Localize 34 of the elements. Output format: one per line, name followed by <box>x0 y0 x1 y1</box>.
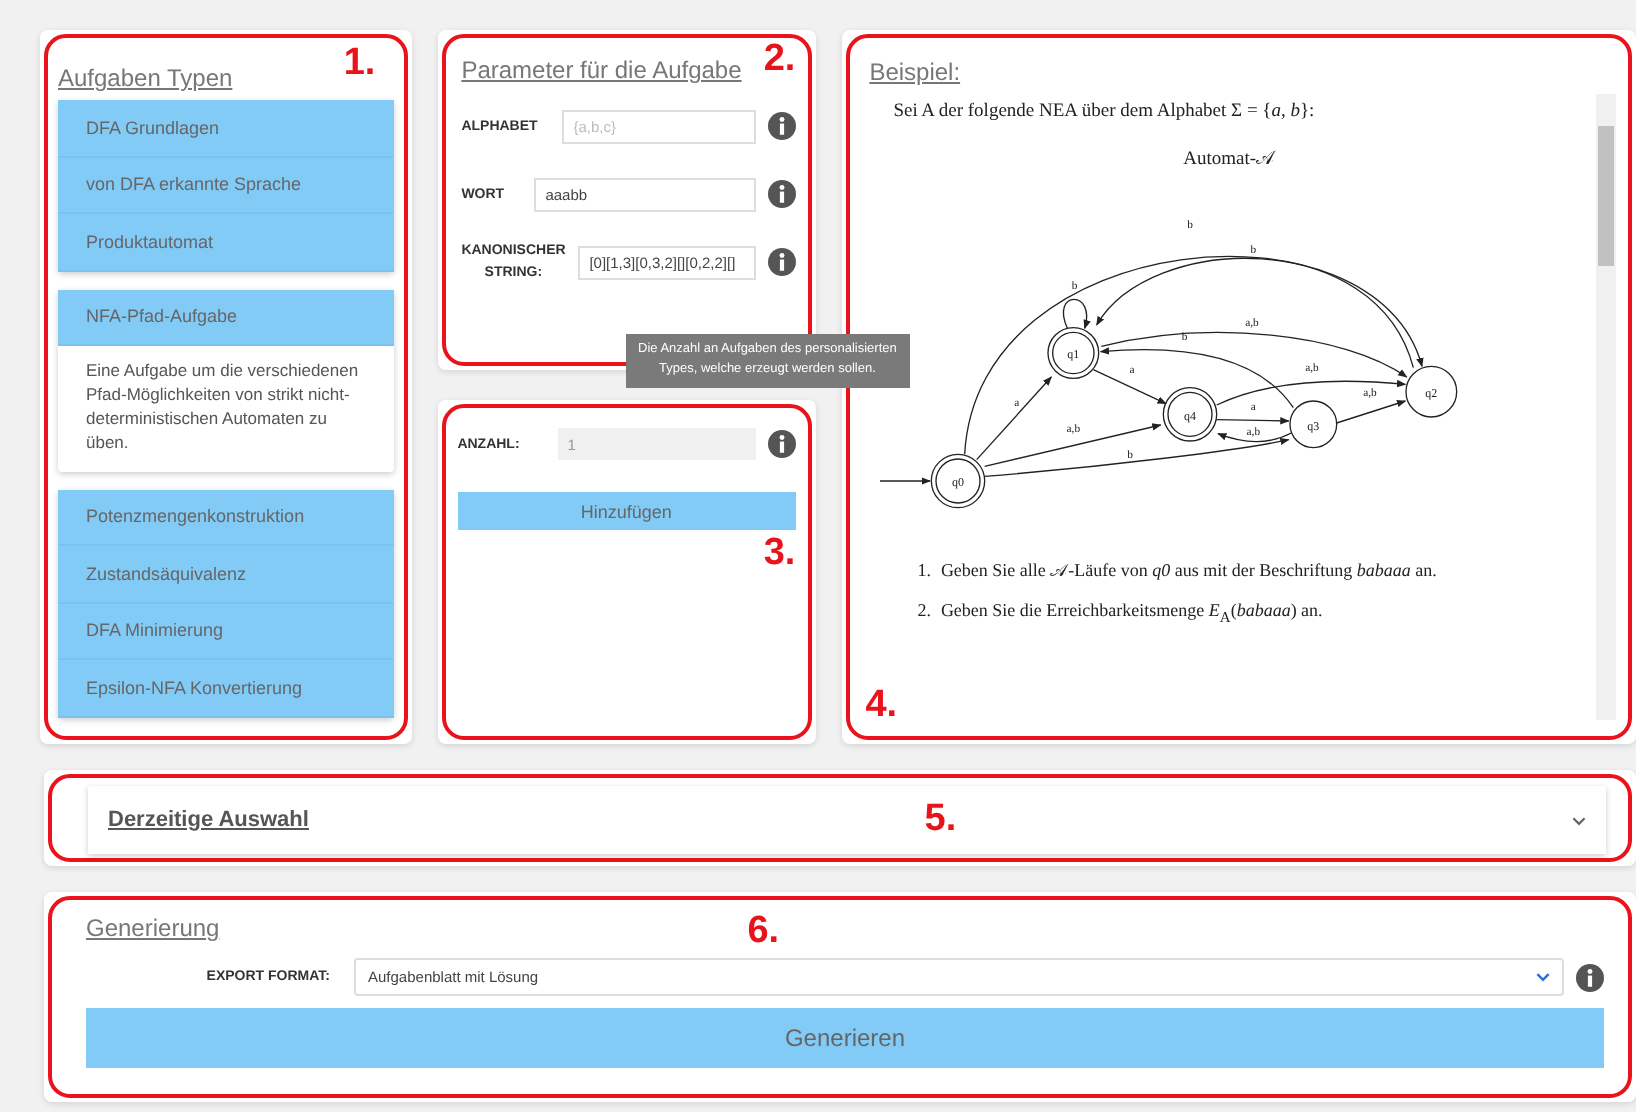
task-type-item[interactable]: Epsilon-NFA Konvertierung <box>58 660 394 718</box>
annotation-number: 6. <box>747 910 780 954</box>
info-icon[interactable] <box>767 112 796 140</box>
task-type-item[interactable]: DFA Grundlagen <box>58 100 394 157</box>
annotation-number: 4. <box>865 684 898 728</box>
chevron-icon <box>1572 815 1586 825</box>
task-type-item[interactable]: Potenzmengenkonstruktion <box>58 489 394 547</box>
annotation-number: 1. <box>343 42 376 86</box>
task-description: Eine Aufgabe um die verschiedenen Pfad-Möglichkeiten von strikt nicht-deterministischen Automaten zu üben. <box>84 358 361 456</box>
accordion-header[interactable]: Derzeitige Auswahl 5. <box>88 786 1606 854</box>
info-icon[interactable] <box>767 180 796 208</box>
annotation-number: 2. <box>763 38 796 82</box>
section-heading: Generierung <box>86 914 220 942</box>
section-heading: Parameter für die Aufgabe <box>461 56 742 84</box>
task-type-item[interactable]: DFA Minimierung <box>58 603 394 661</box>
generate-button[interactable]: Generieren <box>86 1008 1604 1068</box>
info-icon[interactable] <box>767 248 796 276</box>
info-icon[interactable] <box>767 430 796 458</box>
task-type-item[interactable]: NFA-Pfad-Aufgabe <box>58 289 394 346</box>
info-icon[interactable] <box>1576 963 1604 991</box>
list-number: 2. <box>917 600 931 624</box>
annotation-number: 3. <box>763 532 796 576</box>
chevron-icon <box>1536 972 1550 982</box>
task-text: Geben Sie die Erreichbarkeitsmenge E$_{A}$(babaaa) an. <box>940 600 1323 626</box>
list-number: 1. <box>917 560 931 582</box>
task-type-item[interactable]: Zustandsäquivalenz <box>58 546 394 604</box>
task-type-item[interactable]: Produktautomat <box>58 214 394 271</box>
scrollbar[interactable] <box>1596 94 1616 720</box>
task-text: Geben Sie alle 𝒜-Läufe von q0 aus mit der Beschriftung babaaa an. <box>940 560 1437 582</box>
section-heading: Aufgaben Typen <box>58 64 233 92</box>
diagram-caption: Automat-𝒜 <box>1181 148 1278 170</box>
section-heading: Beispiel: <box>869 58 961 86</box>
task-type-item[interactable]: von DFA erkannte Sprache <box>58 157 394 214</box>
example-text: Sei A der folgende NEA über dem Alphabet Σ = {a, b}: <box>893 102 1317 122</box>
